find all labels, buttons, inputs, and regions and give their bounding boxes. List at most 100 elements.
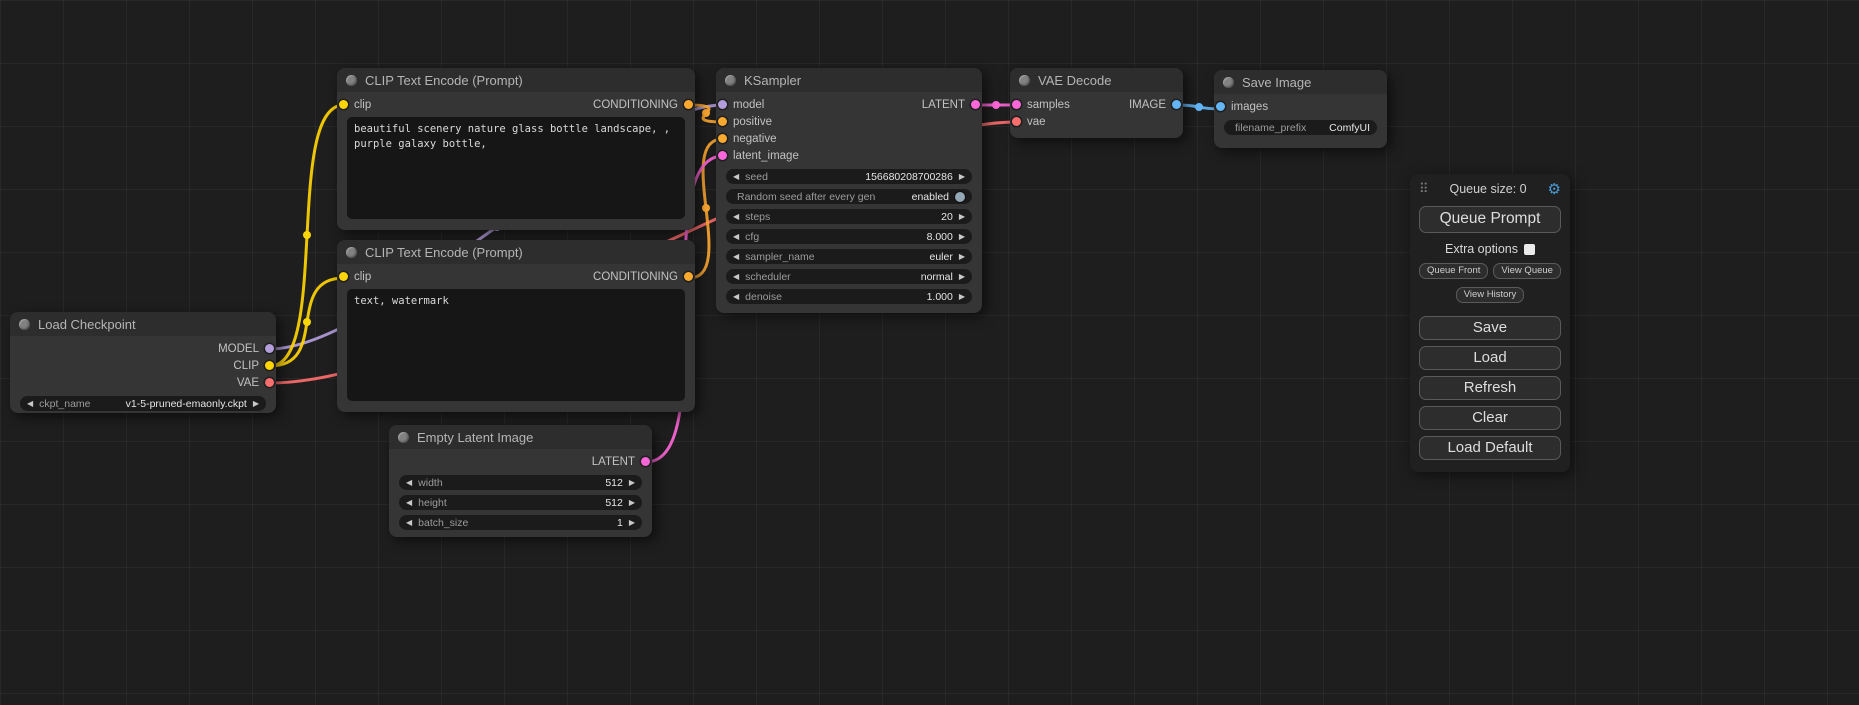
increment-arrow-icon[interactable]: ▶ (253, 400, 259, 408)
random-seed-toggle-widget[interactable]: Random seed after every gen enabled (726, 189, 972, 204)
node-clip-text-encode-positive[interactable]: CLIP Text Encode (Prompt) clip CONDITION… (337, 68, 695, 230)
decrement-arrow-icon[interactable]: ◀ (406, 499, 412, 507)
refresh-button[interactable]: Refresh (1419, 376, 1561, 400)
height-widget[interactable]: ◀ height 512 ▶ (399, 495, 642, 510)
view-history-button[interactable]: View History (1456, 287, 1525, 303)
steps-widget[interactable]: ◀ steps 20 ▶ (726, 209, 972, 224)
decrement-arrow-icon[interactable]: ◀ (27, 400, 33, 408)
negative-prompt-textarea[interactable]: text, watermark (347, 289, 685, 401)
input-slot-label: latent_image (733, 150, 799, 162)
output-slot-vae: VAE (10, 374, 276, 391)
decrement-arrow-icon[interactable]: ◀ (733, 213, 739, 221)
increment-arrow-icon[interactable]: ▶ (959, 233, 965, 241)
collapse-dot-icon[interactable] (398, 432, 409, 443)
queue-front-button[interactable]: Queue Front (1419, 263, 1488, 279)
drag-handle-icon[interactable]: ⠿ (1419, 181, 1429, 197)
wire-midpoint-dot (1195, 103, 1203, 111)
increment-arrow-icon[interactable]: ▶ (629, 479, 635, 487)
latent-image-input-dot[interactable] (718, 151, 727, 160)
output-slot-label: LATENT (922, 99, 965, 111)
collapse-dot-icon[interactable] (346, 247, 357, 258)
settings-gear-icon[interactable]: ⚙ (1548, 182, 1561, 197)
increment-arrow-icon[interactable]: ▶ (959, 173, 965, 181)
decrement-arrow-icon[interactable]: ◀ (406, 479, 412, 487)
node-title-bar[interactable]: KSampler (716, 68, 982, 92)
decrement-arrow-icon[interactable]: ◀ (733, 273, 739, 281)
width-widget[interactable]: ◀ width 512 ▶ (399, 475, 642, 490)
node-empty-latent-image[interactable]: Empty Latent Image LATENT ◀ width 512 ▶ … (389, 425, 652, 537)
node-title-bar[interactable]: CLIP Text Encode (Prompt) (337, 68, 695, 92)
extra-options-checkbox[interactable] (1524, 244, 1535, 255)
model-input-dot[interactable] (718, 100, 727, 109)
vae-input-dot[interactable] (1012, 117, 1021, 126)
decrement-arrow-icon[interactable]: ◀ (406, 519, 412, 527)
latent-output-dot[interactable] (641, 457, 650, 466)
output-slot-clip: CLIP (10, 357, 276, 374)
decrement-arrow-icon[interactable]: ◀ (733, 173, 739, 181)
node-title-bar[interactable]: VAE Decode (1010, 68, 1183, 92)
collapse-dot-icon[interactable] (1019, 75, 1030, 86)
increment-arrow-icon[interactable]: ▶ (959, 253, 965, 261)
wire-midpoint-dot (992, 101, 1000, 109)
model-output-dot[interactable] (265, 344, 274, 353)
increment-arrow-icon[interactable]: ▶ (959, 213, 965, 221)
conditioning-output-dot[interactable] (684, 272, 693, 281)
widget-value: v1-5-pruned-emaonly.ckpt (126, 398, 247, 410)
latent-output-dot[interactable] (971, 100, 980, 109)
collapse-dot-icon[interactable] (19, 319, 30, 330)
collapse-dot-icon[interactable] (346, 75, 357, 86)
negative-input-dot[interactable] (718, 134, 727, 143)
clip-input-dot[interactable] (339, 100, 348, 109)
collapse-dot-icon[interactable] (725, 75, 736, 86)
widget-value: 20 (941, 211, 953, 223)
positive-prompt-textarea[interactable]: beautiful scenery nature glass bottle la… (347, 117, 685, 219)
scheduler-widget[interactable]: ◀ scheduler normal ▶ (726, 269, 972, 284)
node-title-bar[interactable]: Load Checkpoint (10, 312, 276, 336)
seed-widget[interactable]: ◀ seed 156680208700286 ▶ (726, 169, 972, 184)
clear-button[interactable]: Clear (1419, 406, 1561, 430)
clip-input-dot[interactable] (339, 272, 348, 281)
widget-value: enabled (912, 191, 949, 203)
increment-arrow-icon[interactable]: ▶ (629, 519, 635, 527)
increment-arrow-icon[interactable]: ▶ (959, 273, 965, 281)
toggle-dot[interactable] (955, 192, 965, 202)
decrement-arrow-icon[interactable]: ◀ (733, 233, 739, 241)
cfg-widget[interactable]: ◀ cfg 8.000 ▶ (726, 229, 972, 244)
node-vae-decode[interactable]: VAE Decode samples IMAGE vae (1010, 68, 1183, 138)
samples-input-dot[interactable] (1012, 100, 1021, 109)
sampler-name-widget[interactable]: ◀ sampler_name euler ▶ (726, 249, 972, 264)
widget-value: euler (929, 251, 952, 263)
ckpt-name-widget[interactable]: ◀ ckpt_name v1-5-pruned-emaonly.ckpt ▶ (20, 396, 266, 411)
conditioning-output-dot[interactable] (684, 100, 693, 109)
load-default-button[interactable]: Load Default (1419, 436, 1561, 460)
collapse-dot-icon[interactable] (1223, 77, 1234, 88)
queue-prompt-button[interactable]: Queue Prompt (1419, 206, 1561, 233)
batch-size-widget[interactable]: ◀ batch_size 1 ▶ (399, 515, 642, 530)
save-button[interactable]: Save (1419, 316, 1561, 340)
load-button[interactable]: Load (1419, 346, 1561, 370)
increment-arrow-icon[interactable]: ▶ (629, 499, 635, 507)
increment-arrow-icon[interactable]: ▶ (959, 293, 965, 301)
decrement-arrow-icon[interactable]: ◀ (733, 293, 739, 301)
input-slot-label: clip (354, 271, 371, 283)
node-title-bar[interactable]: Save Image (1214, 70, 1387, 94)
clip-output-dot[interactable] (265, 361, 274, 370)
image-output-dot[interactable] (1172, 100, 1181, 109)
node-save-image[interactable]: Save Image images filename_prefix ComfyU… (1214, 70, 1387, 148)
images-input-dot[interactable] (1216, 102, 1225, 111)
comfy-menu-panel: ⠿ Queue size: 0 ⚙ Queue Prompt Extra opt… (1410, 174, 1570, 472)
positive-input-dot[interactable] (718, 117, 727, 126)
node-load-checkpoint[interactable]: Load Checkpoint MODEL CLIP VAE ◀ ckpt_na… (10, 312, 276, 413)
denoise-widget[interactable]: ◀ denoise 1.000 ▶ (726, 289, 972, 304)
node-title-bar[interactable]: Empty Latent Image (389, 425, 652, 449)
node-graph-canvas[interactable]: Load Checkpoint MODEL CLIP VAE ◀ ckpt_na… (0, 0, 1859, 705)
decrement-arrow-icon[interactable]: ◀ (733, 253, 739, 261)
output-slot-label: IMAGE (1129, 99, 1166, 111)
slot-row: clip CONDITIONING (337, 268, 695, 285)
vae-output-dot[interactable] (265, 378, 274, 387)
view-queue-button[interactable]: View Queue (1493, 263, 1561, 279)
node-clip-text-encode-negative[interactable]: CLIP Text Encode (Prompt) clip CONDITION… (337, 240, 695, 412)
node-ksampler[interactable]: KSampler model LATENT positive negative … (716, 68, 982, 313)
filename-prefix-widget[interactable]: filename_prefix ComfyUI (1224, 120, 1377, 135)
node-title-bar[interactable]: CLIP Text Encode (Prompt) (337, 240, 695, 264)
